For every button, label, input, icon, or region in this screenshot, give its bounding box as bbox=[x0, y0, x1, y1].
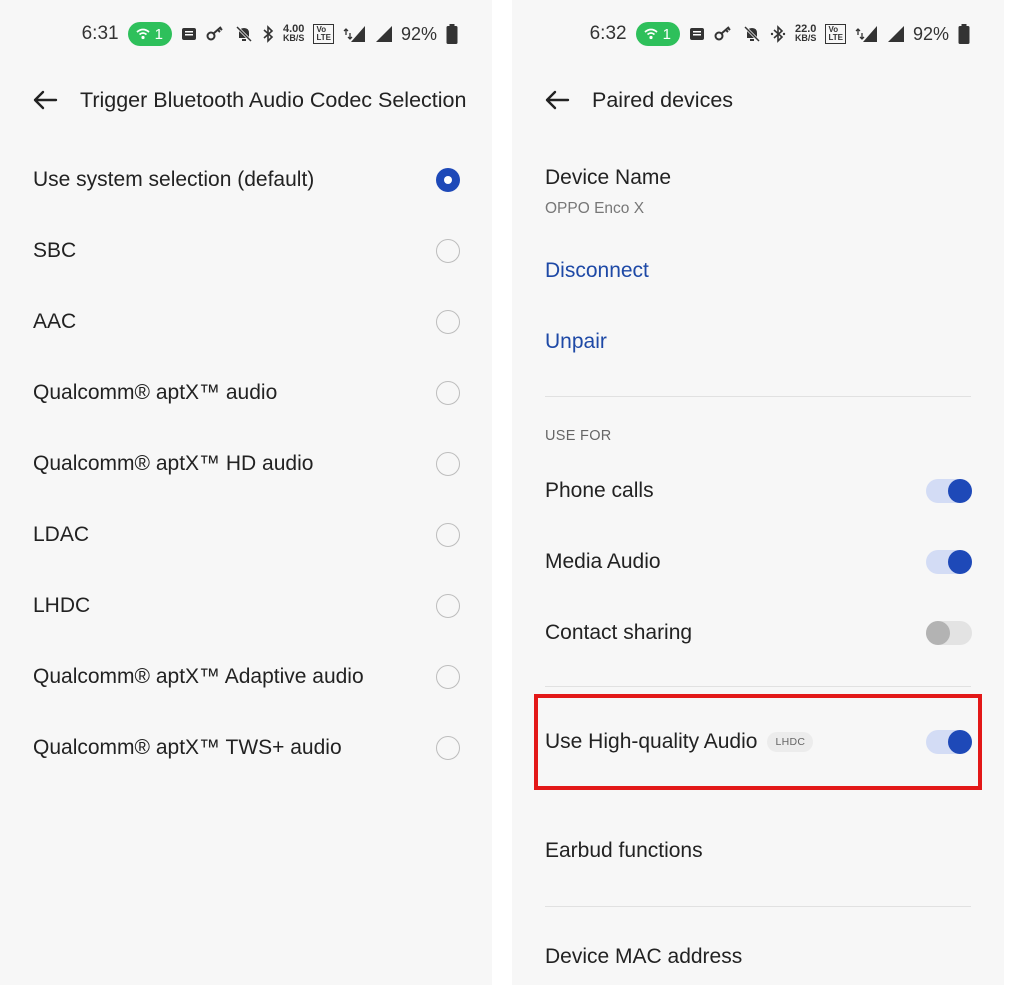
hotspot-count: 1 bbox=[154, 25, 163, 43]
signal-4g-icon bbox=[343, 25, 365, 43]
codec-option-label: LDAC bbox=[33, 523, 90, 546]
radio-button-selected[interactable] bbox=[436, 167, 460, 192]
toggle-knob bbox=[948, 550, 972, 574]
codec-selection-screen: 6:31 1 4.00 KB/S Vo LTE 92% Trigger Blue… bbox=[0, 0, 492, 985]
app-bar: Trigger Bluetooth Audio Codec Selection bbox=[32, 82, 482, 118]
battery-icon bbox=[446, 24, 458, 44]
codec-option-label: Qualcomm® aptX™ TWS+ audio bbox=[33, 736, 342, 760]
high-quality-audio-label: Use High-quality Audio bbox=[545, 730, 758, 753]
app-bar: Paired devices bbox=[544, 82, 994, 118]
key-icon bbox=[714, 26, 734, 42]
volte-indicator: Vo LTE bbox=[313, 24, 334, 44]
radio-button[interactable] bbox=[436, 736, 460, 761]
codec-option-label: AAC bbox=[33, 309, 77, 333]
message-icon bbox=[181, 26, 197, 42]
use-for-row[interactable]: Phone calls bbox=[545, 463, 972, 519]
battery-percent: 92% bbox=[400, 23, 437, 44]
use-for-label: Media Audio bbox=[545, 550, 661, 573]
high-quality-audio-toggle[interactable] bbox=[926, 730, 972, 754]
device-name-value: OPPO Enco X bbox=[545, 200, 645, 217]
status-bar: 6:31 1 4.00 KB/S Vo LTE 92% bbox=[0, 20, 492, 48]
message-icon bbox=[689, 26, 705, 42]
paired-device-screen: 6:32 1 22.0 KB/S Vo LTE 92% Paired devic… bbox=[512, 0, 1004, 985]
radio-button[interactable] bbox=[436, 380, 460, 405]
divider bbox=[545, 686, 971, 687]
codec-option[interactable]: Use system selection (default) bbox=[0, 144, 492, 215]
mute-bell-icon bbox=[235, 25, 253, 43]
network-speed: 4.00 KB/S bbox=[282, 23, 305, 43]
codec-option-label: Qualcomm® aptX™ HD audio bbox=[33, 451, 314, 475]
toggle-switch[interactable] bbox=[926, 550, 972, 574]
radio-button[interactable] bbox=[436, 665, 460, 690]
bluetooth-connected-icon bbox=[770, 25, 786, 43]
toggle-switch[interactable] bbox=[926, 621, 972, 645]
high-quality-audio-row[interactable]: Use High-quality Audio LHDC bbox=[545, 714, 972, 770]
back-arrow-icon[interactable] bbox=[32, 87, 58, 113]
codec-option-label: Qualcomm® aptX™ audio bbox=[33, 380, 278, 404]
mac-address-label: Device MAC address bbox=[545, 945, 743, 968]
use-for-label: Contact sharing bbox=[545, 621, 693, 644]
codec-option[interactable]: Qualcomm® aptX™ audio bbox=[0, 357, 492, 428]
codec-option[interactable]: Qualcomm® aptX™ Adaptive audio bbox=[0, 642, 492, 713]
divider bbox=[545, 396, 971, 397]
key-icon bbox=[206, 26, 226, 42]
signal-4g-icon bbox=[855, 25, 877, 43]
radio-button[interactable] bbox=[436, 594, 460, 619]
toggle-knob bbox=[948, 479, 972, 503]
volte-indicator: Vo LTE bbox=[825, 24, 846, 44]
radio-button[interactable] bbox=[436, 523, 460, 547]
codec-option-label: Use system selection (default) bbox=[33, 167, 315, 191]
toggle-switch[interactable] bbox=[926, 479, 972, 503]
radio-button[interactable] bbox=[436, 309, 460, 334]
signal-icon bbox=[374, 25, 392, 43]
mute-bell-icon bbox=[743, 25, 761, 43]
radio-button[interactable] bbox=[436, 238, 460, 263]
disconnect-button[interactable]: Disconnect bbox=[545, 259, 971, 283]
codec-option-label: Qualcomm® aptX™ Adaptive audio bbox=[33, 665, 364, 689]
battery-percent: 92% bbox=[912, 23, 949, 44]
status-bar: 6:32 1 22.0 KB/S Vo LTE 92% bbox=[512, 20, 1004, 48]
device-name-label: Device Name bbox=[545, 166, 672, 189]
hotspot-count: 1 bbox=[662, 25, 671, 43]
codec-option[interactable]: Qualcomm® aptX™ HD audio bbox=[0, 428, 492, 499]
status-time: 6:32 bbox=[589, 23, 627, 44]
signal-icon bbox=[886, 25, 904, 43]
network-speed: 22.0 KB/S bbox=[794, 23, 817, 43]
divider bbox=[545, 906, 971, 907]
back-arrow-icon[interactable] bbox=[544, 87, 570, 113]
use-for-row[interactable]: Media Audio bbox=[545, 534, 972, 590]
toggle-knob bbox=[926, 621, 950, 645]
codec-option[interactable]: AAC bbox=[0, 286, 492, 357]
page-title: Paired devices bbox=[592, 87, 734, 112]
hotspot-indicator: 1 bbox=[635, 22, 680, 46]
page-title: Trigger Bluetooth Audio Codec Selection bbox=[80, 87, 467, 112]
status-time: 6:31 bbox=[81, 23, 119, 44]
codec-option-label: LHDC bbox=[33, 594, 91, 618]
hotspot-icon bbox=[136, 27, 150, 41]
use-for-row[interactable]: Contact sharing bbox=[545, 605, 972, 661]
codec-option[interactable]: SBC bbox=[0, 215, 492, 286]
codec-option[interactable]: LDAC bbox=[0, 500, 492, 571]
use-for-label: Phone calls bbox=[545, 479, 654, 502]
codec-option[interactable]: LHDC bbox=[0, 571, 492, 642]
codec-tag: LHDC bbox=[767, 732, 814, 752]
use-for-section-header: USE FOR bbox=[545, 428, 612, 444]
high-quality-audio-label-group: Use High-quality Audio LHDC bbox=[545, 730, 814, 754]
unpair-button[interactable]: Unpair bbox=[545, 330, 971, 354]
toggle-knob bbox=[948, 730, 972, 754]
hotspot-icon bbox=[644, 27, 658, 41]
codec-option[interactable]: Qualcomm® aptX™ TWS+ audio bbox=[0, 713, 492, 784]
radio-button[interactable] bbox=[436, 451, 460, 476]
codec-option-label: SBC bbox=[33, 238, 77, 262]
earbud-functions-item[interactable]: Earbud functions bbox=[545, 839, 971, 863]
bluetooth-icon bbox=[262, 25, 274, 43]
battery-icon bbox=[958, 24, 970, 44]
hotspot-indicator: 1 bbox=[127, 22, 172, 46]
device-name-setting[interactable]: Device Name OPPO Enco X bbox=[545, 166, 971, 218]
